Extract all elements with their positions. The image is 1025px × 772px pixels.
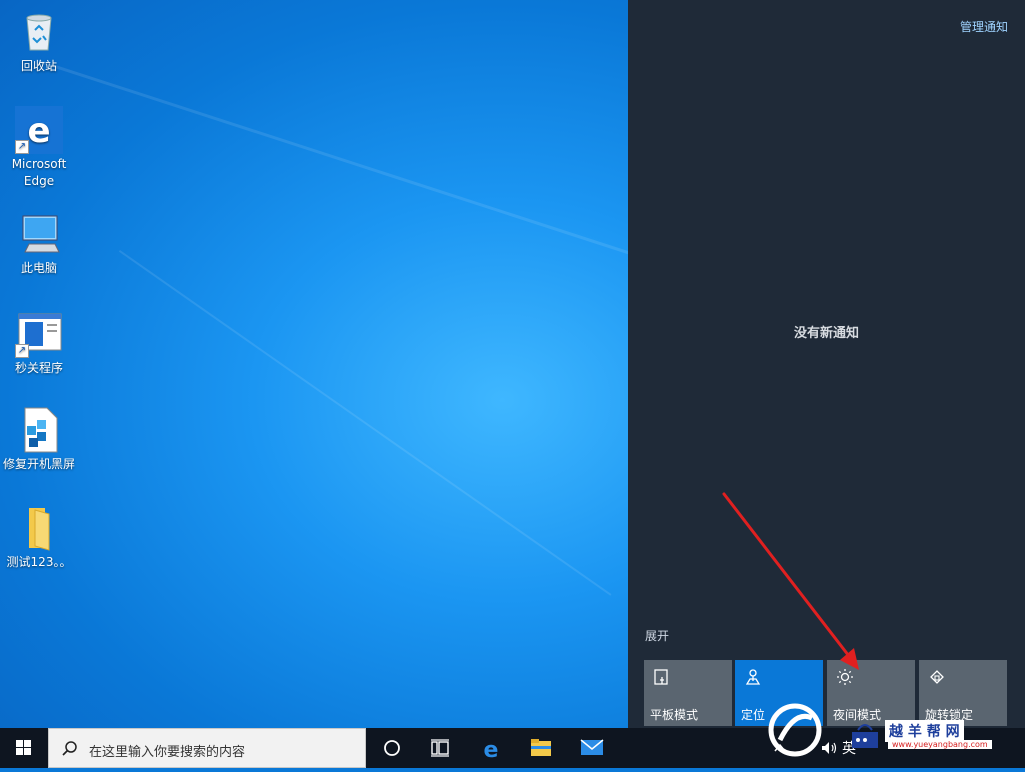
action-center-panel: 管理通知 没有新通知 展开 平板模式 定位 夜间模式 旋转锁定 [628, 0, 1025, 728]
location-icon [745, 669, 761, 685]
taskbar-mail-button[interactable] [566, 728, 614, 768]
task-view-button[interactable] [416, 728, 464, 768]
watermark: 越 羊 帮 网 www.yueyangbang.com [760, 690, 1025, 768]
brightness-icon [837, 669, 853, 685]
edge-icon: e [484, 738, 499, 760]
light-beam [118, 250, 612, 596]
light-beam [39, 60, 628, 280]
mail-icon [580, 739, 604, 755]
taskbar-search-box[interactable]: 在这里输入你要搜索的内容 [48, 728, 366, 768]
desktop-icon-label: 回收站 [20, 59, 57, 73]
search-icon [62, 741, 77, 756]
edge-icon: e ↗ [15, 106, 63, 154]
registry-file-icon [15, 406, 63, 454]
router-icon [852, 724, 878, 748]
svg-text:e: e [484, 738, 499, 760]
tablet-mode-icon [654, 669, 668, 685]
desktop: 回收站 e ↗ Microsoft Edge 此电脑 ↗ 秒关程序 修复开机黑屏… [0, 0, 628, 728]
manage-notifications-link[interactable]: 管理通知 [960, 18, 1008, 35]
tile-tablet-mode[interactable]: 平板模式 [644, 660, 732, 726]
recycle-bin-icon [15, 8, 63, 56]
this-pc-shortcut[interactable]: 此电脑 [1, 210, 77, 277]
watermark-text: 越 羊 帮 网 [885, 720, 964, 742]
watermark-url: www.yueyangbang.com [888, 740, 992, 749]
start-button[interactable] [0, 728, 48, 768]
svg-text:e: e [27, 111, 50, 151]
recycle-bin-shortcut[interactable]: 回收站 [1, 8, 77, 75]
cortana-button[interactable] [368, 728, 416, 768]
cortana-circle-icon [384, 740, 400, 756]
no-notifications-text: 没有新通知 [793, 326, 859, 341]
taskbar-explorer-button[interactable] [516, 728, 564, 768]
shortcut-arrow-icon: ↗ [15, 140, 29, 154]
computer-icon [15, 210, 63, 258]
desktop-icon-label: 秒关程序 [14, 361, 63, 375]
desktop-icon-label: 此电脑 [20, 261, 57, 275]
watermark-logo-icon [768, 703, 822, 757]
folder-icon [15, 504, 63, 552]
repair-shortcut[interactable]: 修复开机黑屏 [1, 406, 77, 473]
desktop-icon-label: 修复开机黑屏 [2, 457, 75, 471]
rotation-lock-icon [930, 670, 944, 684]
expand-link[interactable]: 展开 [645, 627, 669, 644]
task-view-icon [431, 739, 449, 757]
file-explorer-icon [531, 739, 551, 756]
desktop-icon-label: 测试123。。 [6, 555, 72, 569]
window-app-icon: ↗ [15, 310, 63, 358]
folder-shortcut[interactable]: 测试123。。 [1, 504, 77, 571]
program-shortcut[interactable]: ↗ 秒关程序 [1, 310, 77, 377]
windows-logo-icon [16, 740, 31, 755]
shortcut-arrow-icon: ↗ [15, 344, 29, 358]
tile-label: 平板模式 [650, 708, 699, 722]
desktop-icon-label: Microsoft Edge [11, 157, 67, 188]
edge-shortcut[interactable]: e ↗ Microsoft Edge [1, 106, 77, 190]
taskbar-edge-button[interactable]: e [466, 728, 514, 768]
search-placeholder: 在这里输入你要搜索的内容 [89, 745, 246, 760]
